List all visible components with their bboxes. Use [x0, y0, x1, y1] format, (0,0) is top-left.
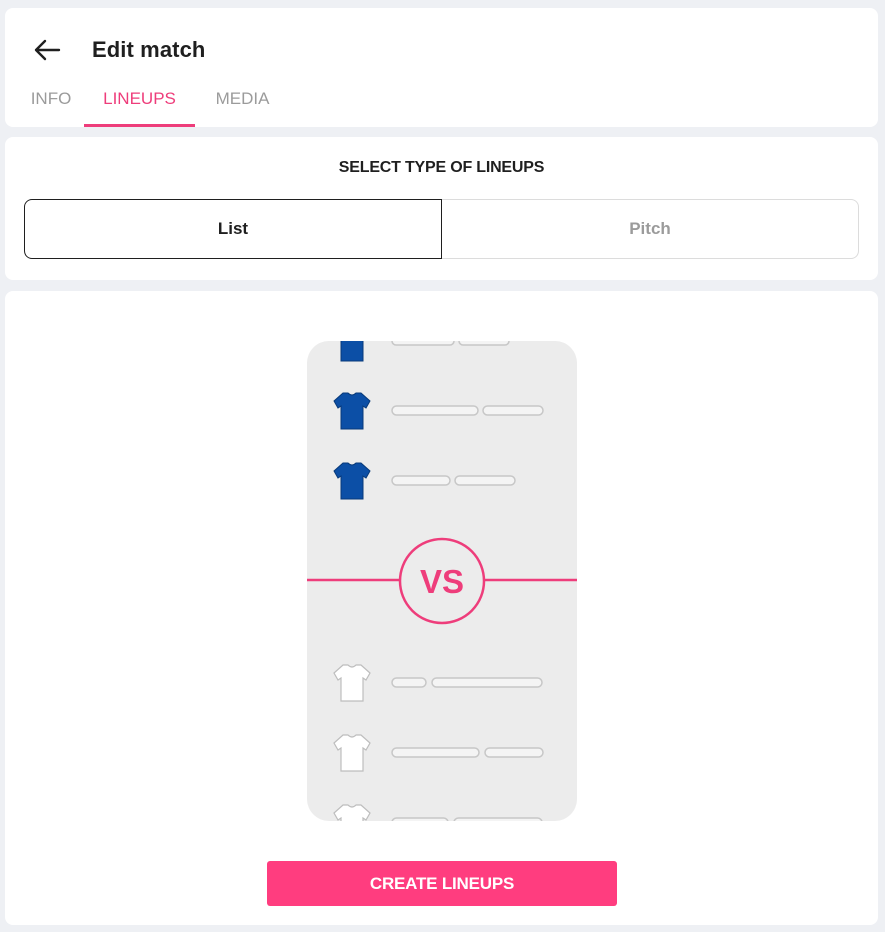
lineup-preview-card: VS CREATE LINEUPS [5, 291, 878, 925]
tab-media[interactable]: MEDIA [205, 82, 280, 127]
tab-bar: INFO LINEUPS MEDIA [5, 82, 878, 127]
back-button[interactable] [29, 34, 65, 66]
tab-info[interactable]: INFO [22, 82, 80, 127]
away-shirt-icon [333, 804, 371, 821]
lineup-type-card: SELECT TYPE OF LINEUPS List Pitch [5, 137, 878, 280]
pitch-option-label: Pitch [629, 219, 671, 238]
lineup-type-title: SELECT TYPE OF LINEUPS [338, 159, 545, 176]
lineup-type-pitch-option[interactable]: Pitch [442, 199, 859, 259]
lineup-illustration-svg: VS [307, 341, 577, 821]
vs-label: VS [420, 563, 464, 600]
arrow-left-icon [34, 39, 61, 61]
lineup-type-list-option[interactable]: List [24, 199, 442, 259]
create-lineups-button[interactable]: CREATE LINEUPS [267, 861, 617, 906]
lineup-list-illustration: VS [307, 341, 577, 821]
page-title: Edit match [92, 37, 206, 62]
header-card: Edit match INFO LINEUPS MEDIA [5, 8, 878, 127]
list-option-label: List [217, 219, 249, 238]
tab-lineups[interactable]: LINEUPS [84, 82, 195, 127]
